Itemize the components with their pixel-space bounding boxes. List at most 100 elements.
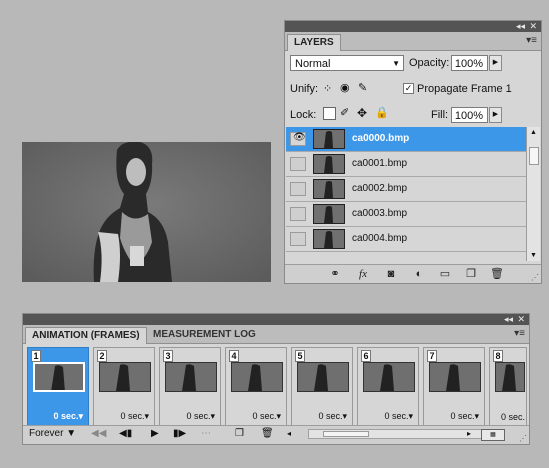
propagate-checkbox[interactable]: ✓ [403,83,414,94]
frame-thumbnail [429,362,481,392]
frame-number: 7 [427,350,437,362]
layer-thumbnail [313,229,345,249]
lock-all-icon[interactable]: 🔒 [375,106,389,119]
layer-row[interactable]: ca0004.bmp [286,227,540,252]
scroll-right-icon[interactable]: ▸ [467,429,471,438]
tab-animation-frames[interactable]: ANIMATION (FRAMES) [25,327,147,344]
panel-menu-icon[interactable]: ▾≡ [526,35,537,46]
layer-name: ca0000.bmp [352,133,410,144]
frame-delay[interactable]: 0 sec. [501,412,525,422]
frame-number: 8 [493,350,503,362]
visibility-toggle[interactable] [290,182,306,196]
blend-mode-dropdown[interactable]: Normal ▼ [290,55,404,71]
layer-thumbnail [313,154,345,174]
canvas-preview[interactable] [22,142,271,282]
duplicate-frame-icon[interactable]: ❐ [235,428,244,439]
convert-timeline-icon[interactable]: ▦ [481,429,505,441]
close-icon[interactable]: ✕ [529,21,537,32]
frame-delay-value: 0 sec. [318,411,343,421]
tab-layers[interactable]: LAYERS [287,34,341,51]
layer-row[interactable]: ca0002.bmp [286,177,540,202]
next-frame-icon[interactable]: ▮▶ [173,428,186,439]
lock-position-icon[interactable]: ✥ [357,106,367,120]
layers-bottom-bar: ⚭ fx ◙ ◐ ▭ ❐ 🗑 ⋰ [285,264,541,283]
collapse-icon[interactable]: ◂◂ [516,21,525,32]
visibility-toggle[interactable] [290,232,306,246]
frame-delay-value: 0 sec. [53,411,79,421]
resize-grip-icon[interactable]: ⋰ [519,434,527,443]
adjustment-layer-icon[interactable]: ◐ [411,267,427,281]
opacity-field[interactable]: 100% [451,55,488,71]
frame-delay[interactable]: 0 sec.▾ [186,411,215,422]
scroll-up-icon[interactable]: ▲ [530,129,537,136]
loop-value: Forever [29,428,64,439]
scroll-down-icon[interactable]: ▼ [530,252,537,259]
layers-titlebar[interactable]: ◂◂ ✕ [285,21,541,32]
panel-menu-icon[interactable]: ▾≡ [514,328,525,339]
new-layer-icon[interactable]: ❐ [463,267,479,281]
scroll-left-icon[interactable]: ◂ [287,429,291,438]
frame-number: 1 [31,350,41,362]
scroll-thumb[interactable] [529,147,539,165]
fill-label: Fill: [431,109,449,121]
link-layers-icon[interactable]: ⚭ [327,267,343,281]
frame-delay-value: 0 sec. [186,411,211,421]
frame-number: 6 [361,350,371,362]
unify-position-icon[interactable]: ⁘ [323,82,332,95]
tab-measurement-log[interactable]: MEASUREMENT LOG [147,327,262,343]
layers-scrollbar[interactable]: ▲ ▼ [526,127,540,261]
first-frame-icon[interactable]: ◀◀ [91,428,106,439]
layer-name: ca0002.bmp [352,183,408,194]
tween-icon[interactable]: ⋯ [201,428,211,439]
chevron-down-icon: ▼ [392,59,400,68]
close-icon[interactable]: ✕ [517,314,525,325]
fill-slider-button[interactable]: ▶ [489,107,502,123]
new-group-icon[interactable]: ▭ [437,267,453,281]
delete-frame-icon[interactable]: 🗑 [261,428,274,439]
unify-style-icon[interactable]: ✎ [358,81,367,94]
woman-photo [22,142,271,282]
trash-icon[interactable]: 🗑 [489,267,505,281]
lock-label: Lock: [290,109,317,121]
visibility-toggle[interactable] [290,207,306,221]
animation-frame[interactable]: 6 0 sec.▾ [357,347,419,427]
visibility-toggle[interactable]: 👁 [290,132,306,146]
animation-frame[interactable]: 8 0 sec. [489,347,527,427]
frame-delay[interactable]: 0 sec.▾ [450,411,479,422]
animation-frame[interactable]: 2 0 sec.▾ [93,347,155,427]
resize-grip-icon[interactable]: ⋰ [531,273,539,282]
animation-frame[interactable]: 5 0 sec.▾ [291,347,353,427]
lock-paint-icon[interactable]: ✐ [340,106,349,119]
animation-titlebar[interactable]: ◂◂ ✕ [23,314,529,325]
layer-row[interactable]: 👁 ca0000.bmp [286,127,540,152]
frame-thumbnail [33,362,85,392]
loop-dropdown[interactable]: Forever ▼ [29,428,76,439]
lock-transparency-icon[interactable] [323,107,336,120]
frame-delay[interactable]: 0 sec.▾ [318,411,347,422]
animation-frame[interactable]: 1 0 sec.▾ [27,347,89,427]
frame-delay[interactable]: 0 sec.▾ [53,411,83,422]
frame-delay[interactable]: 0 sec.▾ [120,411,149,422]
frame-delay-value: 0 sec. [120,411,145,421]
layer-name: ca0001.bmp [352,158,408,169]
frame-number: 4 [229,350,239,362]
previous-frame-icon[interactable]: ◀▮ [119,428,132,439]
fx-icon[interactable]: fx [355,267,371,281]
animation-frame[interactable]: 3 0 sec.▾ [159,347,221,427]
frame-delay[interactable]: 0 sec.▾ [252,411,281,422]
frame-delay[interactable]: 0 sec.▾ [384,411,413,422]
fill-field[interactable]: 100% [451,107,488,123]
unify-visibility-icon[interactable]: ◉ [340,81,350,94]
layer-thumbnail [313,129,345,149]
animation-frame[interactable]: 7 0 sec.▾ [423,347,485,427]
layer-row[interactable]: ca0003.bmp [286,202,540,227]
scroll-thumb[interactable] [323,431,369,437]
animation-frame[interactable]: 4 0 sec.▾ [225,347,287,427]
layer-mask-icon[interactable]: ◙ [383,267,399,281]
collapse-icon[interactable]: ◂◂ [504,314,513,325]
layer-row[interactable]: ca0001.bmp [286,152,540,177]
opacity-slider-button[interactable]: ▶ [489,55,502,71]
frame-thumbnail [165,362,217,392]
play-icon[interactable]: ▶ [151,428,159,439]
visibility-toggle[interactable] [290,157,306,171]
